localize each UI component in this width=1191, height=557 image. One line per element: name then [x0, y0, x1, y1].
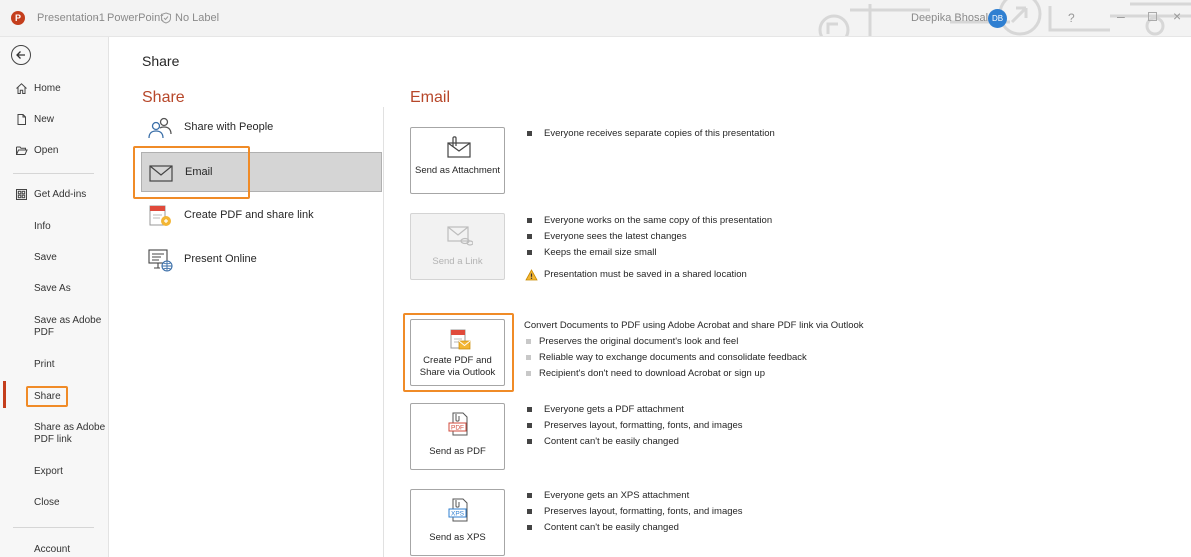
- powerpoint-logo-icon: P: [11, 11, 25, 25]
- panel-divider: [383, 107, 384, 557]
- sensitivity-label[interactable]: No Label: [175, 12, 219, 24]
- list-item: Everyone sees the latest changes: [526, 229, 772, 245]
- list-item: Recipient's don't need to download Acrob…: [526, 366, 864, 382]
- share-option-present-online[interactable]: Present Online: [141, 240, 382, 280]
- list-item: Preserves layout, formatting, fonts, and…: [526, 418, 743, 434]
- send-a-link-button: Send a Link: [410, 213, 505, 280]
- share-section-heading: Share: [142, 89, 185, 106]
- home-icon: [16, 83, 27, 94]
- nav-divider: [13, 527, 94, 528]
- new-document-icon: [17, 114, 26, 125]
- create-pdf-description: Convert Documents to PDF using Adobe Acr…: [524, 320, 864, 331]
- send-as-attachment-button[interactable]: Send as Attachment: [410, 127, 505, 194]
- page-title: Share: [142, 53, 180, 69]
- list-item: Everyone gets an XPS attachment: [526, 488, 743, 504]
- backstage-nav: Home New Open Get Add-ins Info Save Save…: [0, 37, 109, 557]
- share-highlight-box: [26, 386, 68, 407]
- list-item: Everyone works on the same copy of this …: [526, 213, 772, 229]
- list-item: Reliable way to exchange documents and c…: [526, 350, 864, 366]
- people-icon: [148, 117, 172, 139]
- add-ins-grid-icon: [16, 189, 27, 200]
- warning-message: Presentation must be saved in a shared l…: [525, 267, 772, 283]
- pdf-link-icon: [149, 205, 171, 226]
- send-as-pdf-button[interactable]: PDF Send as PDF: [410, 403, 505, 470]
- svg-text:PDF: PDF: [451, 425, 464, 432]
- send-as-xps-details: Everyone gets an XPS attachment Preserve…: [526, 488, 743, 536]
- list-item: Everyone receives separate copies of thi…: [526, 126, 775, 142]
- warning-icon: [525, 269, 538, 281]
- share-option-create-pdf-and-share-link[interactable]: Create PDF and share link: [141, 196, 382, 236]
- title-separator: -: [95, 12, 99, 24]
- user-name[interactable]: Deepika Bhosale: [911, 12, 994, 24]
- maximize-icon[interactable]: [1148, 12, 1157, 21]
- svg-text:XPS: XPS: [451, 511, 465, 518]
- nav-divider: [13, 173, 94, 174]
- present-online-icon: [148, 249, 173, 272]
- active-indicator: [3, 381, 6, 408]
- send-as-pdf-details: Everyone gets a PDF attachment Preserves…: [526, 402, 743, 450]
- list-item: Everyone gets a PDF attachment: [526, 402, 743, 418]
- send-as-attachment-details: Everyone receives separate copies of thi…: [526, 126, 775, 142]
- create-pdf-details: Convert Documents to PDF using Adobe Acr…: [524, 318, 864, 382]
- back-arrow-icon[interactable]: [11, 45, 31, 65]
- list-item: Content can't be easily changed: [526, 520, 743, 536]
- app-name: PowerPoint: [107, 12, 164, 24]
- folder-open-icon: [16, 146, 28, 155]
- pdf-file-icon: PDF: [448, 412, 468, 436]
- sensitivity-shield-icon[interactable]: [160, 12, 172, 24]
- send-a-link-details: Everyone works on the same copy of this …: [525, 213, 772, 283]
- avatar[interactable]: DB: [988, 9, 1007, 28]
- close-icon[interactable]: ×: [1173, 8, 1181, 24]
- list-item: Keeps the email size small: [526, 245, 772, 261]
- help-icon[interactable]: ?: [1068, 11, 1075, 25]
- send-as-xps-button[interactable]: XPS Send as XPS: [410, 489, 505, 556]
- envelope-link-icon: [447, 226, 473, 246]
- minimize-icon[interactable]: –: [1117, 8, 1125, 24]
- xps-file-icon: XPS: [448, 498, 468, 522]
- list-item: Preserves layout, formatting, fonts, and…: [526, 504, 743, 520]
- title-bar: P Presentation1 - PowerPoint No Label De…: [0, 0, 1191, 37]
- email-highlight-box: [133, 146, 250, 199]
- email-section-heading: Email: [410, 89, 451, 106]
- share-option-share-with-people[interactable]: Share with People: [141, 108, 382, 148]
- list-item: Content can't be easily changed: [526, 434, 743, 450]
- envelope-attachment-icon: [447, 136, 471, 158]
- create-pdf-highlight-box: [403, 313, 514, 392]
- list-item: Preserves the original document's look a…: [526, 334, 864, 350]
